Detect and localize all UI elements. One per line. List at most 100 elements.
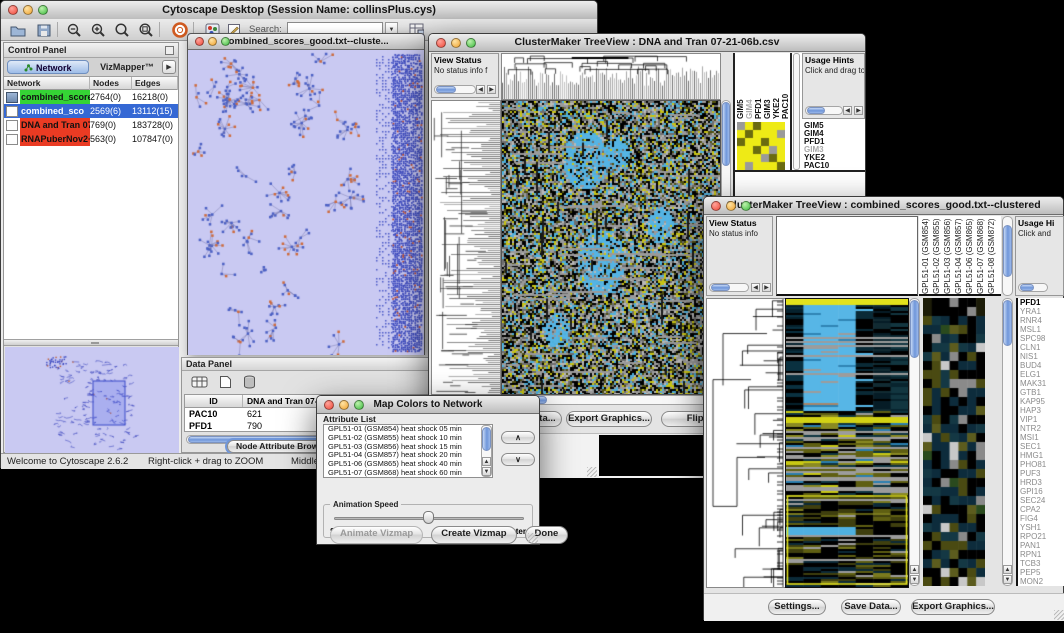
zoom-vscrollbar[interactable] — [793, 53, 800, 170]
zoom-fit-icon[interactable] — [111, 21, 133, 39]
zoom-button[interactable] — [741, 201, 751, 211]
zoom-button[interactable] — [354, 400, 364, 410]
row-dendrogram[interactable] — [706, 298, 786, 588]
zoom-button[interactable] — [466, 38, 476, 48]
usage-scrollbar[interactable] — [805, 106, 843, 115]
close-button[interactable] — [195, 37, 204, 46]
view-status-scrollbar[interactable] — [434, 85, 476, 94]
new-attribute-icon[interactable] — [214, 373, 236, 391]
scroll-down-icon[interactable]: ▼ — [1003, 575, 1012, 584]
resize-grip[interactable] — [587, 467, 597, 477]
scroll-down-icon[interactable]: ▼ — [482, 467, 491, 476]
zoom-matrix[interactable] — [737, 122, 785, 170]
open-session-icon[interactable] — [7, 21, 29, 39]
attribute-list-scrollbar[interactable]: ▲ ▼ — [481, 425, 492, 477]
gene-list-vscrollbar[interactable]: ▲ ▼ — [1002, 298, 1013, 586]
main-title-bar[interactable]: Cytoscape Desktop (Session Name: collins… — [1, 1, 597, 20]
zoom-column-labels: GIM5GIM4PFD1GIM3YKE2PAC10 — [737, 53, 789, 119]
network-table: combined_scores 2764(0) 16218(0) combine… — [4, 90, 178, 339]
scroll-right-icon[interactable]: ▶ — [762, 283, 771, 292]
header-vscrollbar[interactable] — [1002, 216, 1013, 296]
window-controls[interactable] — [436, 38, 476, 48]
move-up-button[interactable]: ∧ — [501, 431, 535, 444]
network-table-row[interactable]: DNA and Tran 07 769(0) 183728(0) — [4, 118, 178, 132]
view-status-scrollbar[interactable] — [709, 283, 749, 292]
save-session-icon[interactable] — [33, 21, 55, 39]
delete-attribute-icon[interactable] — [238, 373, 260, 391]
scroll-up-icon[interactable]: ▲ — [482, 457, 491, 466]
zoom-selected-icon[interactable] — [135, 21, 157, 39]
animation-slider-thumb[interactable] — [423, 511, 434, 524]
network-type-icon — [6, 92, 18, 103]
network-view-window: combined_scores_good.txt--cluste... — [187, 33, 425, 355]
row-dendrogram[interactable] — [431, 100, 501, 395]
zoom-heatmap[interactable] — [923, 298, 985, 586]
window-controls[interactable] — [324, 400, 364, 410]
usage-scrollbar[interactable] — [1018, 283, 1048, 292]
scroll-up-icon[interactable]: ▲ — [1003, 565, 1012, 574]
network-view-title-bar[interactable]: combined_scores_good.txt--cluste... — [188, 34, 424, 50]
float-panel-icon[interactable] — [165, 46, 174, 55]
window-controls[interactable] — [8, 5, 48, 15]
minimize-button[interactable] — [23, 5, 33, 15]
window-controls[interactable] — [711, 201, 751, 211]
tab-network[interactable]: Network — [7, 60, 89, 74]
scroll-left-icon[interactable]: ◀ — [751, 283, 760, 292]
scroll-left-icon[interactable]: ◀ — [476, 85, 485, 94]
zoom-in-icon[interactable] — [87, 21, 109, 39]
heatmap-vscrollbar[interactable]: ▲ ▼ — [909, 298, 920, 586]
network-type-icon — [6, 120, 18, 131]
network-canvas[interactable] — [188, 50, 424, 355]
network-table-row[interactable]: RNAPuberNov2+ 563(0) 107847(0) — [4, 132, 178, 146]
scroll-right-icon[interactable]: ▶ — [487, 85, 496, 94]
close-button[interactable] — [324, 400, 334, 410]
close-button[interactable] — [436, 38, 446, 48]
treeview-dna-title-bar[interactable]: ClusterMaker TreeView : DNA and Tran 07-… — [429, 34, 865, 52]
network-view-window-controls[interactable] — [195, 37, 230, 46]
zoom-button[interactable] — [38, 5, 48, 15]
network-table-row[interactable]: combined_sco 2569(6) 13112(15) — [4, 104, 178, 118]
scroll-left-icon[interactable]: ◀ — [843, 106, 852, 115]
treeview-combined-title-bar[interactable]: ClusterMaker TreeView : combined_scores_… — [704, 197, 1063, 215]
map-colors-title: Map Colors to Network — [374, 399, 483, 410]
scroll-down-icon[interactable]: ▼ — [910, 575, 919, 584]
attribute-select-icon[interactable] — [188, 373, 210, 391]
minimize-button[interactable] — [339, 400, 349, 410]
close-button[interactable] — [8, 5, 18, 15]
move-down-button[interactable]: ∨ — [501, 453, 535, 466]
panel-splitter[interactable] — [4, 339, 178, 346]
export-graphics-button[interactable]: Export Graphics... — [911, 599, 995, 615]
map-colors-title-bar[interactable]: Map Colors to Network — [317, 396, 539, 414]
zoom-button[interactable] — [221, 37, 230, 46]
treeview-combined-window: ClusterMaker TreeView : combined_scores_… — [703, 196, 1064, 620]
control-panel-tabs: Network VizMapper™ ▶ — [4, 58, 178, 77]
network-view-title: combined_scores_good.txt--cluste... — [223, 36, 388, 47]
save-data-button[interactable]: Save Data... — [841, 599, 901, 615]
column-dendrogram[interactable] — [501, 53, 721, 100]
settings-button[interactable]: Settings... — [768, 599, 826, 615]
export-graphics-button[interactable]: Export Graphics... — [566, 411, 652, 427]
tab-vizmapper[interactable]: VizMapper™ — [93, 60, 161, 74]
attribute-list-item[interactable]: GPL51-07 (GSM868) heat shock 60 min — [326, 469, 492, 478]
scroll-right-icon[interactable]: ▶ — [854, 106, 863, 115]
dialog-button[interactable]: Animate Vizmap — [330, 526, 423, 544]
treeview-combined-title: ClusterMaker TreeView : combined_scores_… — [726, 199, 1040, 211]
minimize-button[interactable] — [208, 37, 217, 46]
scroll-up-icon[interactable]: ▲ — [910, 565, 919, 574]
column-tree-area[interactable] — [776, 216, 918, 296]
zoom-out-icon[interactable] — [63, 21, 85, 39]
dialog-button[interactable]: Create Vizmap — [431, 526, 516, 544]
usage-hints-panel: Usage Hi Click and — [1015, 216, 1064, 296]
main-heatmap[interactable] — [501, 100, 721, 395]
tab-overflow-arrow[interactable]: ▶ — [162, 60, 176, 74]
minimize-button[interactable] — [451, 38, 461, 48]
main-heatmap[interactable] — [785, 298, 909, 588]
network-overview[interactable] — [5, 347, 179, 453]
status-zoom-hint: Right-click + drag to ZOOM — [148, 456, 263, 467]
resize-grip[interactable] — [1054, 610, 1064, 620]
close-button[interactable] — [711, 201, 721, 211]
resize-grip[interactable] — [528, 533, 538, 543]
network-table-row[interactable]: combined_scores 2764(0) 16218(0) — [4, 90, 178, 104]
attribute-listbox[interactable]: GPL51-01 (GSM854) heat shock 05 minGPL51… — [323, 424, 493, 478]
minimize-button[interactable] — [726, 201, 736, 211]
